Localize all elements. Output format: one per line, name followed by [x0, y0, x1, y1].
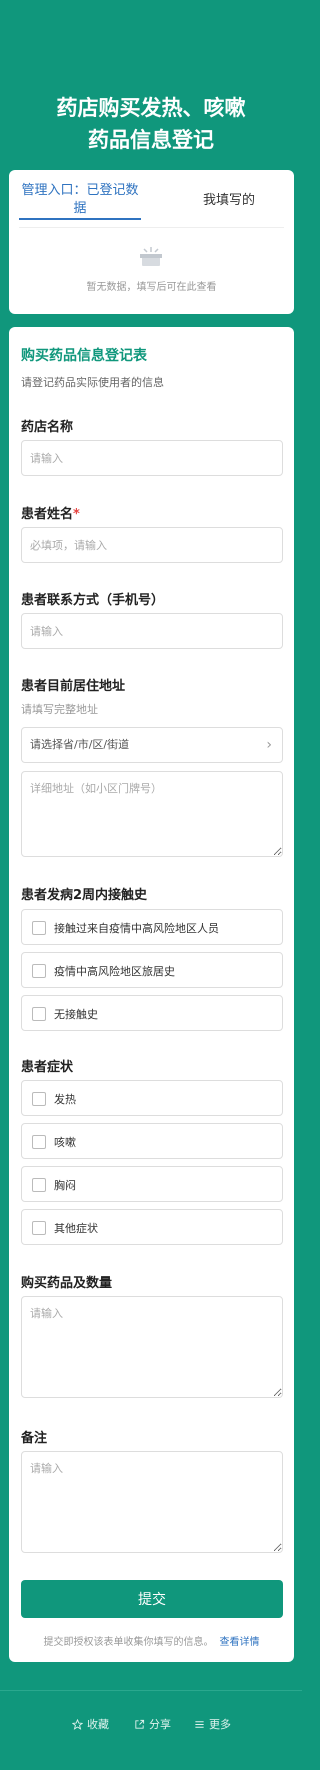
option-label: 无接触史: [54, 1008, 98, 1021]
empty-box-icon: [140, 247, 162, 266]
view-details-link[interactable]: 查看详情: [220, 1637, 260, 1648]
footer-bar: 收藏 分享 更多: [0, 1716, 302, 1738]
symptom-option-4[interactable]: 其他症状: [21, 1209, 283, 1245]
symptom-option-1[interactable]: 发热: [21, 1080, 283, 1116]
submit-button[interactable]: 提交: [21, 1580, 283, 1618]
checkbox[interactable]: [32, 964, 46, 978]
option-label: 疫情中高风险地区旅居史: [54, 965, 175, 978]
form-title: 购买药品信息登记表: [21, 348, 147, 364]
divider: [19, 227, 284, 228]
form-description: 请登记药品实际使用者的信息: [21, 376, 164, 389]
address-hint: 请填写完整地址: [21, 703, 98, 716]
checkbox[interactable]: [32, 1007, 46, 1021]
patient-name-label: 患者姓名*: [21, 503, 80, 522]
chevron-right-icon: ›: [266, 737, 272, 753]
contact-history-label: 患者发病2周内接触史: [21, 888, 148, 903]
more-button[interactable]: 更多: [194, 1716, 231, 1732]
patient-name-input[interactable]: [21, 527, 283, 563]
region-select-text: 请选择省/市/区/街道: [30, 738, 130, 751]
remark-label: 备注: [21, 1431, 48, 1446]
contact-option-3[interactable]: 无接触史: [21, 995, 283, 1031]
empty-state-text: 暂无数据，填写后可在此查看: [86, 282, 217, 293]
address-detail-input[interactable]: [21, 771, 283, 857]
symptom-option-3[interactable]: 胸闷: [21, 1166, 283, 1202]
checkbox[interactable]: [32, 1178, 46, 1192]
header-title-line1: 药店购买发热、咳嗽: [56, 96, 246, 120]
patient-name-label-text: 患者姓名: [21, 507, 74, 522]
tab-admin-records[interactable]: 管理入口：已登记数据: [19, 182, 141, 220]
address-label: 患者目前居住地址: [21, 679, 126, 694]
option-label: 其他症状: [54, 1222, 98, 1235]
records-card: 管理入口：已登记数据 我填写的 暂无数据，填写后可在此查看: [9, 170, 294, 314]
pharmacy-input[interactable]: [21, 440, 283, 476]
checkbox[interactable]: [32, 921, 46, 935]
remark-input[interactable]: [21, 1451, 283, 1553]
symptom-option-2[interactable]: 咳嗽: [21, 1123, 283, 1159]
option-label: 胸闷: [54, 1179, 76, 1192]
region-select[interactable]: 请选择省/市/区/街道 ›: [21, 727, 283, 763]
option-label: 接触过来自疫情中高风险地区人员: [54, 922, 219, 935]
consent-text: 提交即授权该表单收集你填写的信息。: [43, 1637, 214, 1648]
share-label: 分享: [149, 1718, 171, 1731]
star-icon: [72, 1718, 83, 1730]
consent-notice: 提交即授权该表单收集你填写的信息。 查看详情: [9, 1633, 294, 1648]
favorite-button[interactable]: 收藏: [72, 1716, 109, 1732]
checkbox[interactable]: [32, 1135, 46, 1149]
phone-input[interactable]: [21, 613, 283, 649]
tab-my-submissions[interactable]: 我填写的: [179, 192, 279, 212]
checkbox[interactable]: [32, 1092, 46, 1106]
contact-option-1[interactable]: 接触过来自疫情中高风险地区人员: [21, 909, 283, 945]
tab-bar: 管理入口：已登记数据 我填写的: [19, 182, 284, 220]
header-title-line2: 药品信息登记: [88, 128, 214, 152]
share-icon: [135, 1719, 145, 1729]
contact-option-2[interactable]: 疫情中高风险地区旅居史: [21, 952, 283, 988]
medicine-input[interactable]: [21, 1296, 283, 1398]
more-label: 更多: [209, 1718, 231, 1731]
phone-label: 患者联系方式（手机号）: [21, 593, 165, 608]
required-mark: *: [73, 507, 80, 522]
menu-icon: [195, 1720, 204, 1728]
page-header: 药店购买发热、咳嗽 药品信息登记: [0, 92, 302, 156]
checkbox[interactable]: [32, 1221, 46, 1235]
medicine-label: 购买药品及数量: [21, 1276, 113, 1291]
symptoms-label: 患者症状: [21, 1060, 74, 1075]
registration-form: 购买药品信息登记表 请登记药品实际使用者的信息 药店名称 患者姓名* 患者联系方…: [9, 327, 294, 1662]
option-label: 咳嗽: [54, 1136, 76, 1149]
option-label: 发热: [54, 1093, 76, 1106]
share-button[interactable]: 分享: [134, 1716, 171, 1732]
footer-divider: [0, 1690, 302, 1691]
pharmacy-label: 药店名称: [21, 420, 74, 435]
favorite-label: 收藏: [87, 1718, 109, 1731]
